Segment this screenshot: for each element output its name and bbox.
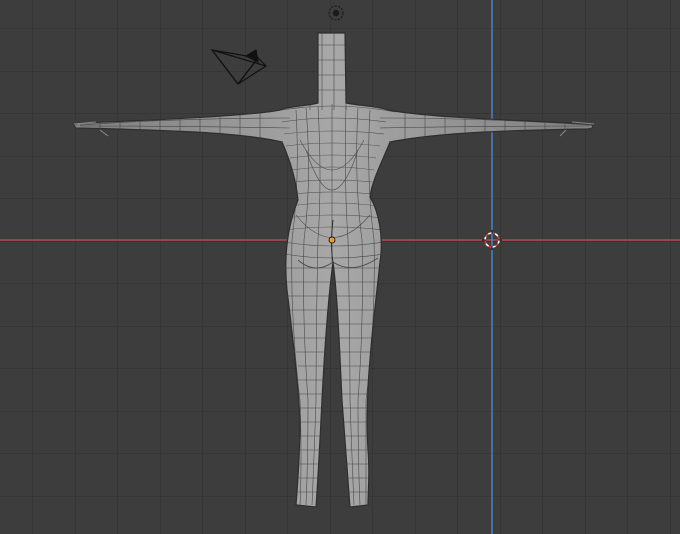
viewport-canvas[interactable] — [0, 0, 680, 534]
3d-viewport[interactable] — [0, 0, 680, 534]
origin-point — [328, 236, 336, 244]
